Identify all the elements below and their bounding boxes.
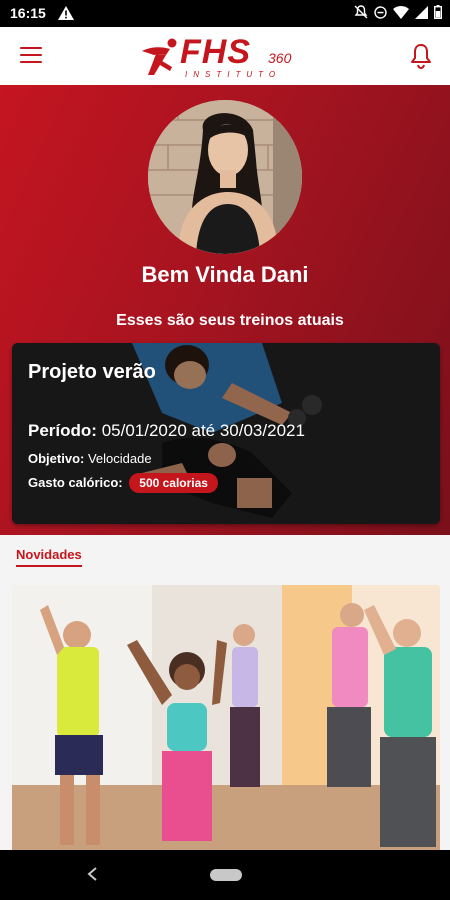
current-workouts-subtitle: Esses são seus treinos atuais [116,312,344,329]
dance-class-photo [12,585,440,850]
runner-logo-icon [142,38,177,75]
menu-icon[interactable] [20,47,42,65]
menu-line [20,54,42,56]
logo-subtitle: INSTITUTO [185,70,282,79]
avatar[interactable] [148,100,302,254]
welcome-title: Bem Vinda Dani [141,262,309,287]
profile-hero: Bem Vinda Dani Esses são seus treinos at… [0,85,450,535]
home-pill-button[interactable] [210,869,242,881]
cell-signal-icon [415,5,428,19]
logo-text: FHS [180,33,251,71]
period-label: Período: [28,421,97,440]
calories-badge: 500 calorias [129,473,218,493]
news-heading[interactable]: Novidades [16,547,82,567]
workout-calories: Gasto calórico: 500 calorias [28,473,218,493]
system-navigation-bar [0,850,450,900]
logo-suffix: 360 [268,50,292,66]
objective-value: Velocidade [87,451,152,466]
avatar-photo [148,100,302,254]
news-card-image[interactable] [12,585,440,850]
workout-title: Projeto verão [28,361,156,383]
do-not-disturb-icon [374,5,387,19]
mute-icon [354,5,368,19]
wifi-icon [393,5,409,19]
calories-label: Gasto calórico: [28,475,123,490]
workout-card[interactable]: Projeto verão Período: 05/01/2020 até 30… [12,343,440,524]
menu-line [20,61,42,63]
news-section: Novidades [0,535,450,850]
period-value: 05/01/2020 até 30/03/2021 [101,421,305,440]
warning-icon [58,6,74,20]
battery-icon [434,5,442,19]
back-icon[interactable] [86,866,98,882]
app-bar: FHS 360 INSTITUTO [0,27,450,85]
status-bar: 16:15 [0,0,450,27]
menu-line [20,47,42,49]
status-time: 16:15 [10,5,46,21]
objective-label: Objetivo: [28,451,85,466]
workout-period: Período: 05/01/2020 até 30/03/2021 [28,421,305,441]
workout-objective: Objetivo: Velocidade [28,451,152,466]
status-icons [354,5,442,19]
fhs-logo: FHS 360 INSTITUTO [140,33,315,81]
notification-bell-icon[interactable] [410,43,432,69]
